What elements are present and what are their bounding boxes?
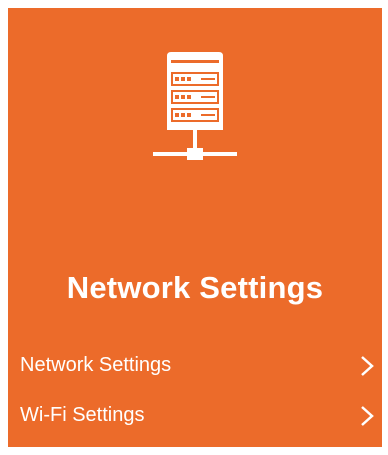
menu-item-wifi-settings[interactable]: Wi-Fi Settings [8, 396, 382, 436]
chevron-right-icon [361, 356, 374, 376]
panel-title: Network Settings [66, 270, 324, 305]
network-settings-panel: Network Settings Network Settings Wi-Fi … [8, 8, 382, 447]
server-network-icon [153, 52, 237, 160]
menu-item-label: Wi-Fi Settings [20, 404, 145, 426]
menu-item-network-settings[interactable]: Network Settings [8, 346, 382, 386]
menu-item-label: Network Settings [20, 354, 172, 376]
chevron-right-icon [361, 406, 374, 426]
